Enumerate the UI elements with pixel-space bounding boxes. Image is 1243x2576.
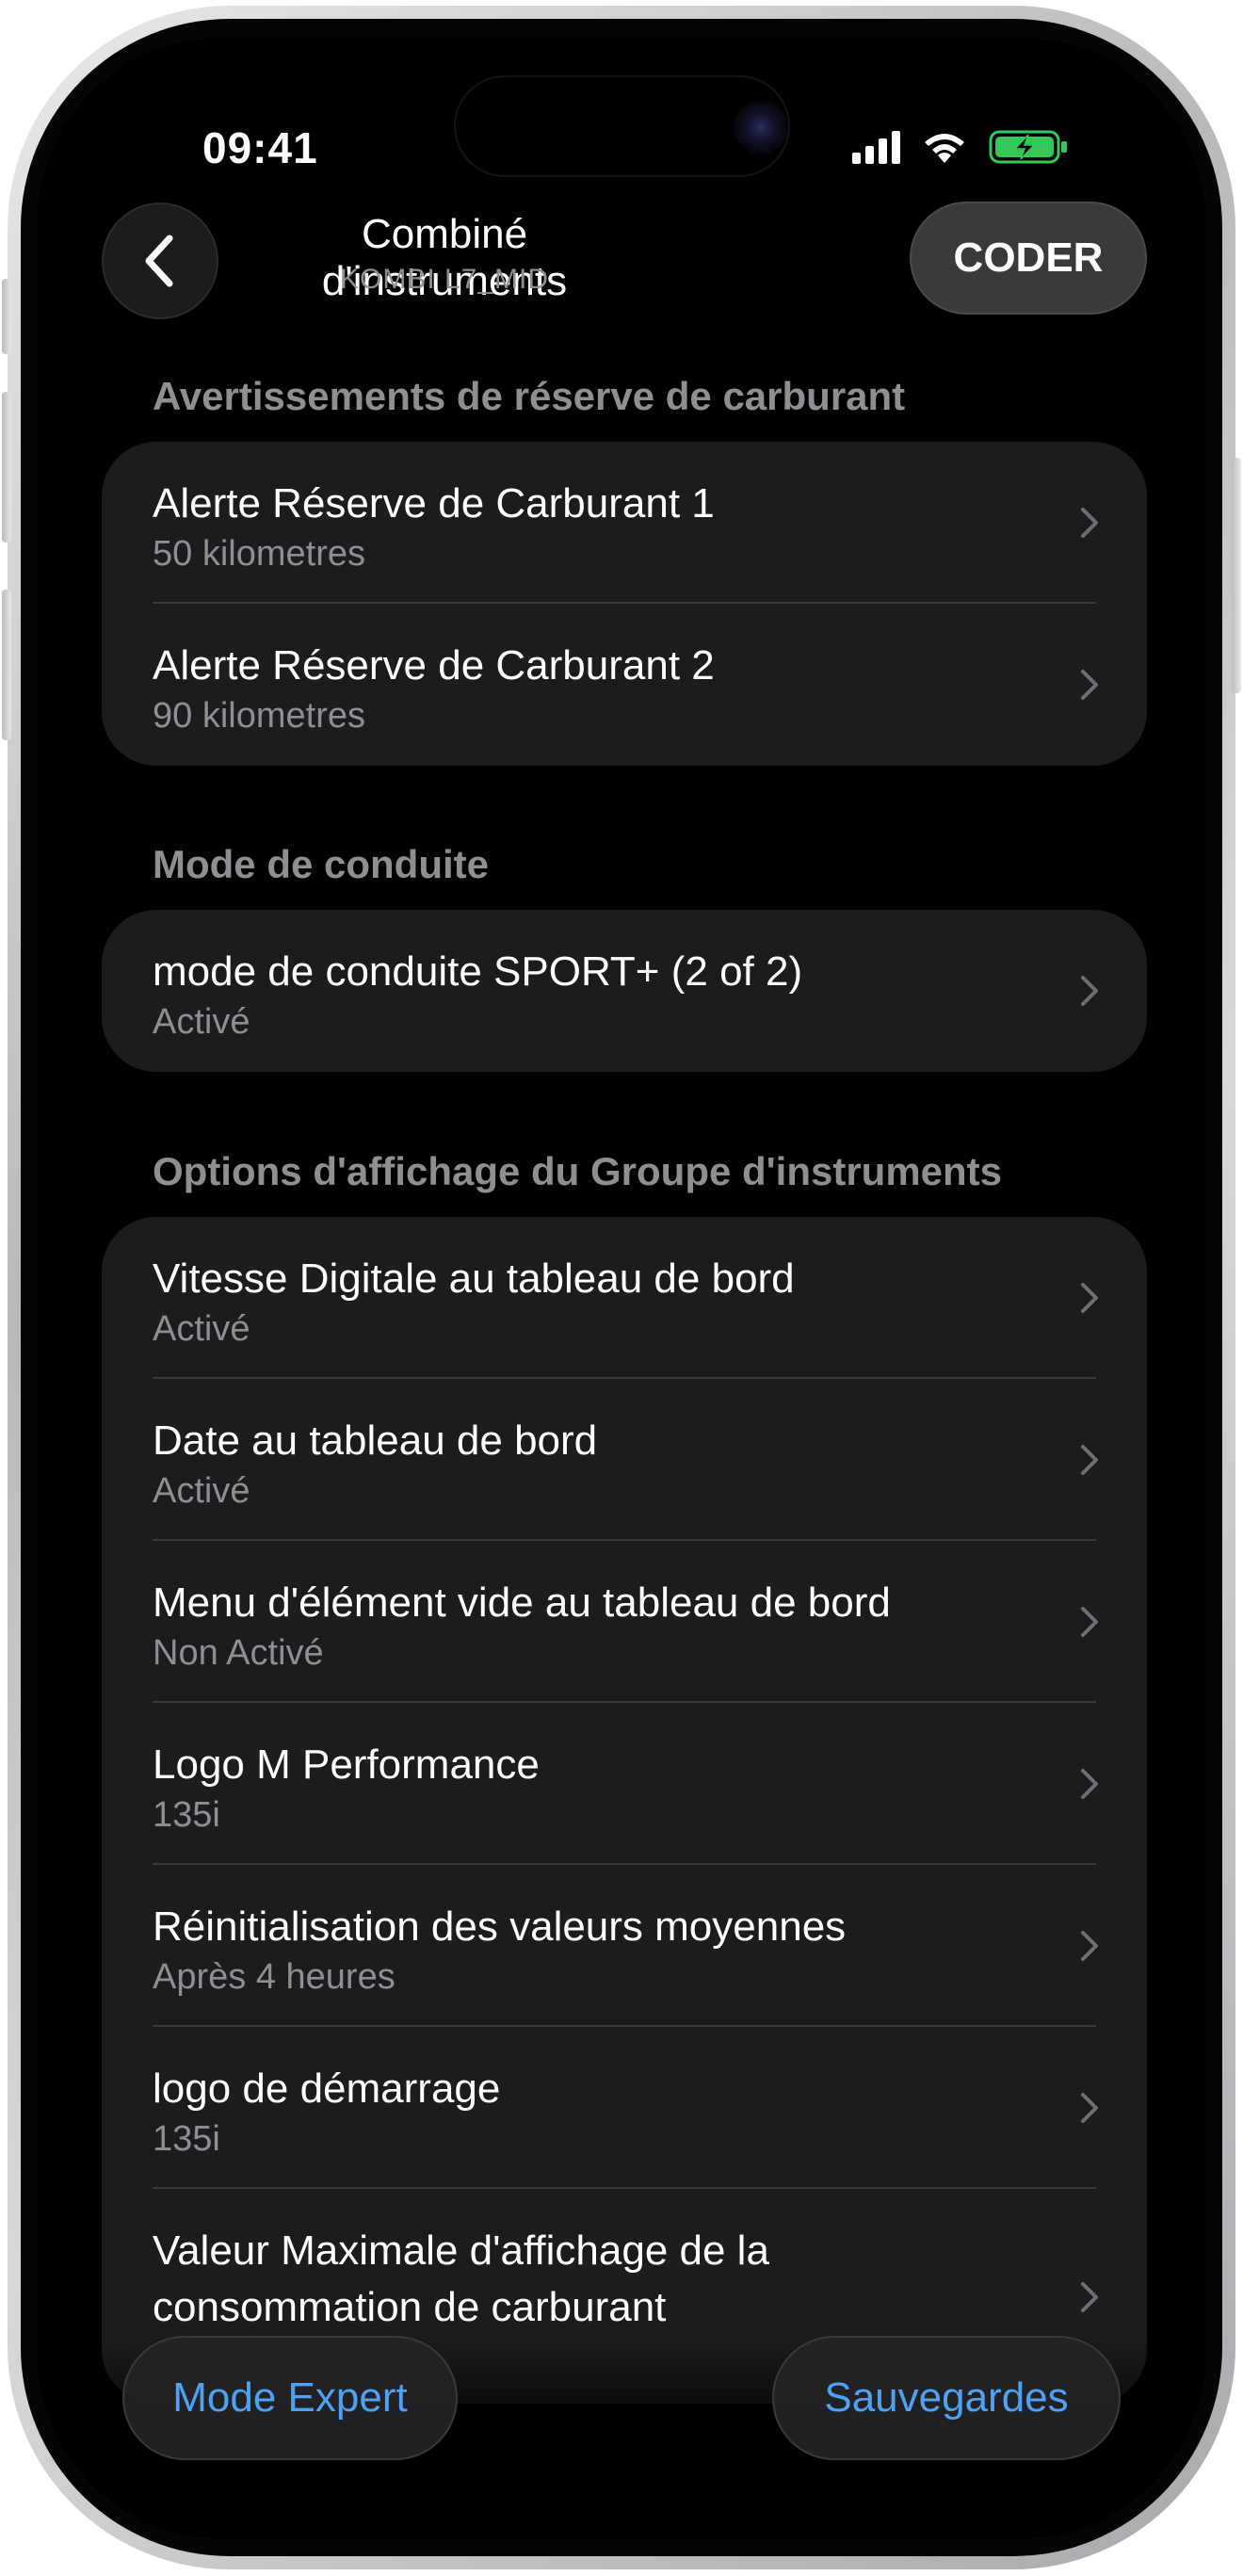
- list-item-empty-element-menu[interactable]: Menu d'élément vide au tableau de bord N…: [102, 1541, 1147, 1703]
- battery-charging-icon: [989, 130, 1067, 164]
- screen: 09:41 Combiné d'instruments KOMBI L7_MID…: [38, 38, 1205, 2538]
- sauvegardes-button[interactable]: Sauvegardes: [772, 2336, 1121, 2460]
- row-title: Menu d'élément vide au tableau de bord: [153, 1580, 891, 1626]
- side-button: [1232, 458, 1241, 693]
- list-item-startup-logo[interactable]: logo de démarrage 135i: [102, 2027, 1147, 2189]
- list-item-m-performance-logo[interactable]: Logo M Performance 135i: [102, 1703, 1147, 1865]
- cellular-signal-icon: [852, 130, 900, 164]
- row-title: Logo M Performance: [153, 1742, 540, 1788]
- row-title: mode de conduite SPORT+ (2 of 2): [153, 948, 803, 995]
- mode-expert-button[interactable]: Mode Expert: [122, 2336, 458, 2460]
- wifi-icon: [925, 134, 964, 163]
- list-item-fuel-alert-1[interactable]: Alerte Réserve de Carburant 1 50 kilomet…: [102, 442, 1147, 604]
- chevron-right-icon: [1081, 1607, 1098, 1637]
- row-value: Activé: [153, 1309, 250, 1349]
- drive-mode-group: mode de conduite SPORT+ (2 of 2) Activé: [102, 910, 1147, 1072]
- status-icons: [852, 128, 1070, 166]
- back-button[interactable]: [102, 203, 218, 319]
- chevron-right-icon: [1081, 2093, 1098, 2123]
- chevron-right-icon: [1081, 1769, 1098, 1799]
- row-value: 135i: [153, 1795, 220, 1835]
- list-item-average-reset[interactable]: Réinitialisation des valeurs moyennes Ap…: [102, 1865, 1147, 2027]
- row-value: Activé: [153, 1471, 250, 1511]
- row-value: Activé: [153, 1002, 250, 1042]
- row-title: Vitesse Digitale au tableau de bord: [153, 1256, 795, 1302]
- display-options-group: Vitesse Digitale au tableau de bord Acti…: [102, 1217, 1147, 2404]
- fuel-reserve-group: Alerte Réserve de Carburant 1 50 kilomet…: [102, 442, 1147, 766]
- row-value: Non Activé: [153, 1633, 324, 1673]
- row-value: Après 4 heures: [153, 1957, 396, 1997]
- row-title: Réinitialisation des valeurs moyennes: [153, 1904, 847, 1950]
- chevron-right-icon: [1081, 1445, 1098, 1475]
- chevron-right-icon: [1081, 2282, 1098, 2312]
- list-item-sport-plus-mode[interactable]: mode de conduite SPORT+ (2 of 2) Activé: [102, 910, 1147, 1072]
- chevron-right-icon: [1081, 508, 1098, 538]
- chevron-right-icon: [1081, 670, 1098, 700]
- dynamic-island: [454, 75, 790, 177]
- volume-down-button: [2, 590, 11, 740]
- chevron-right-icon: [1081, 976, 1098, 1006]
- row-title: logo de démarrage: [153, 2066, 501, 2112]
- section-header-drive-mode: Mode de conduite: [153, 842, 489, 886]
- section-header-fuel-reserve: Avertissements de réserve de carburant: [153, 374, 906, 418]
- chevron-right-icon: [1081, 1283, 1098, 1313]
- row-title: Valeur Maximale d'affichage de la consom…: [153, 2228, 769, 2330]
- list-item-digital-speed[interactable]: Vitesse Digitale au tableau de bord Acti…: [102, 1217, 1147, 1379]
- status-time: 09:41: [202, 123, 318, 172]
- row-value: 50 kilometres: [153, 534, 365, 574]
- row-title: Alerte Réserve de Carburant 2: [153, 642, 715, 689]
- action-button: [2, 279, 11, 354]
- row-value: 135i: [153, 2119, 220, 2159]
- row-title: Date au tableau de bord: [153, 1418, 598, 1464]
- row-title: Alerte Réserve de Carburant 1: [153, 480, 715, 527]
- chevron-right-icon: [1081, 1931, 1098, 1961]
- list-item-dashboard-date[interactable]: Date au tableau de bord Activé: [102, 1379, 1147, 1541]
- chevron-left-icon: [145, 235, 173, 287]
- list-item-fuel-alert-2[interactable]: Alerte Réserve de Carburant 2 90 kilomet…: [102, 604, 1147, 766]
- front-camera-icon: [734, 100, 788, 154]
- volume-up-button: [2, 392, 11, 543]
- section-header-display-options: Options d'affichage du Groupe d'instrume…: [153, 1149, 1003, 1193]
- page-subtitle: KOMBI L7_MID: [339, 264, 550, 295]
- coder-button[interactable]: CODER: [910, 202, 1147, 315]
- home-indicator: [454, 2507, 789, 2519]
- row-value: 90 kilometres: [153, 696, 365, 736]
